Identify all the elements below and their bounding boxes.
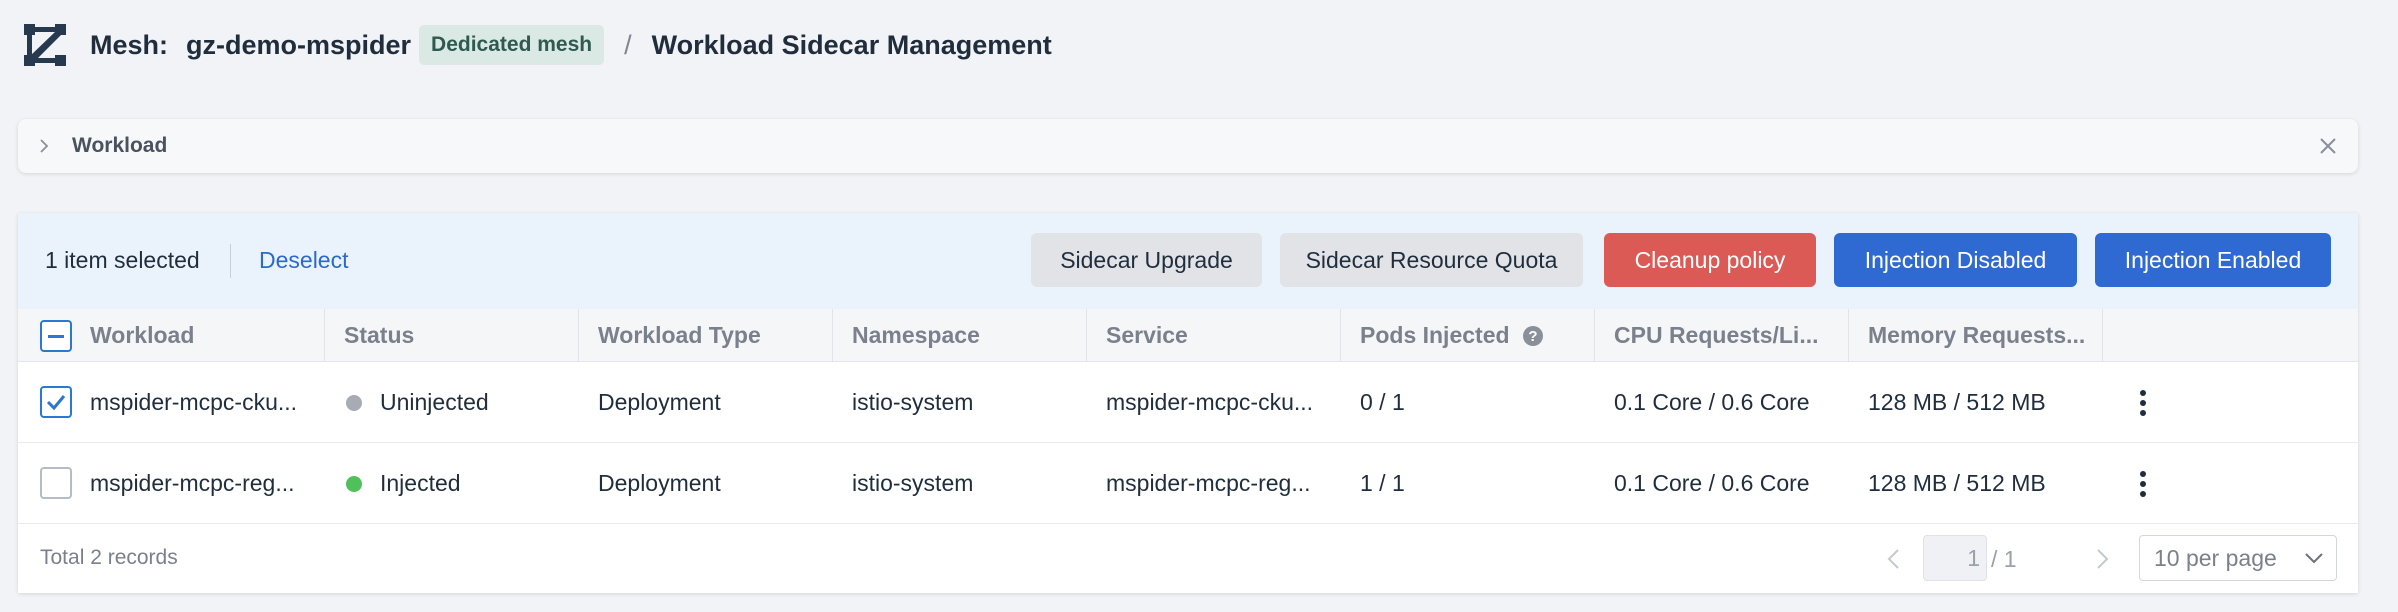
workload-filter-panel[interactable]: Workload (18, 119, 2358, 173)
column-header-pods-injected[interactable]: Pods Injected ? (1360, 309, 1544, 362)
column-header-workload[interactable]: Workload (90, 309, 194, 362)
column-header-workload-type[interactable]: Workload Type (598, 309, 761, 362)
column-divider (1340, 309, 1341, 362)
svg-text:?: ? (1528, 328, 1537, 345)
check-icon (46, 395, 66, 411)
column-header-memory[interactable]: Memory Requests... (1868, 309, 2085, 362)
divider (230, 244, 231, 278)
workload-type: Deployment (598, 389, 721, 415)
page-total: / 1 (1991, 546, 2017, 572)
cpu-requests: 0.1 Core / 0.6 Core (1614, 470, 1810, 496)
chevron-down-icon (2305, 553, 2323, 564)
column-header-namespace[interactable]: Namespace (852, 309, 980, 362)
pods-injected: 1 / 1 (1360, 470, 1405, 496)
help-icon[interactable]: ? (1522, 325, 1544, 347)
page-size-select[interactable]: 10 per page (2139, 535, 2337, 581)
sidecar-upgrade-button[interactable]: Sidecar Upgrade (1031, 233, 1262, 287)
page-header: Mesh: gz-demo-mspider Dedicated mesh / W… (22, 22, 1052, 68)
page-number-input[interactable]: 1 (1923, 535, 1987, 581)
status-text: Uninjected (380, 389, 489, 415)
mesh-type-badge: Dedicated mesh (419, 25, 605, 65)
row-checkbox[interactable] (40, 386, 72, 418)
total-records: Total 2 records (40, 546, 178, 569)
table-footer: Total 2 records 1 / 1 10 per page (18, 524, 2358, 593)
select-all-checkbox[interactable] (40, 320, 72, 352)
namespace: istio-system (852, 389, 974, 415)
deselect-link[interactable]: Deselect (259, 247, 348, 274)
workload-name[interactable]: mspider-mcpc-cku... (90, 362, 297, 443)
memory-requests: 128 MB / 512 MB (1868, 470, 2046, 496)
column-divider (578, 309, 579, 362)
table-header: Workload Status Workload Type Namespace … (18, 309, 2358, 362)
selected-count: 1 item selected (45, 247, 200, 273)
service: mspider-mcpc-reg... (1106, 470, 1311, 496)
column-divider (2102, 309, 2103, 362)
row-checkbox[interactable] (40, 467, 72, 499)
column-header-cpu[interactable]: CPU Requests/Li... (1614, 309, 1818, 362)
column-divider (1848, 309, 1849, 362)
column-divider (1086, 309, 1087, 362)
chevron-left-icon[interactable] (1885, 548, 1903, 570)
page-size-value: 10 per page (2154, 544, 2277, 571)
table-row[interactable]: mspider-mcpc-cku... Uninjected Deploymen… (18, 362, 2358, 443)
cpu-requests: 0.1 Core / 0.6 Core (1614, 389, 1810, 415)
column-header-service[interactable]: Service (1106, 309, 1188, 362)
mesh-logo-icon (24, 24, 66, 66)
pods-injected: 0 / 1 (1360, 389, 1405, 415)
column-header-status[interactable]: Status (344, 309, 414, 362)
status-cell: Uninjected (346, 362, 489, 443)
more-actions-icon[interactable] (2138, 389, 2148, 417)
column-divider (832, 309, 833, 362)
sidecar-resource-quota-button[interactable]: Sidecar Resource Quota (1280, 233, 1583, 287)
injection-disabled-button[interactable]: Injection Disabled (1834, 233, 2077, 287)
namespace: istio-system (852, 470, 974, 496)
chevron-right-icon[interactable] (36, 138, 52, 154)
more-actions-icon[interactable] (2138, 470, 2148, 498)
bulk-action-bar: 1 item selected Deselect Sidecar Upgrade… (18, 213, 2358, 309)
workload-type: Deployment (598, 470, 721, 496)
breadcrumb-separator: / (624, 29, 632, 60)
workload-name[interactable]: mspider-mcpc-reg... (90, 443, 294, 524)
workload-table-card: 1 item selected Deselect Sidecar Upgrade… (18, 213, 2358, 593)
column-divider (324, 309, 325, 362)
memory-requests: 128 MB / 512 MB (1868, 389, 2046, 415)
table-row[interactable]: mspider-mcpc-reg... Injected Deployment … (18, 443, 2358, 524)
pods-injected-label: Pods Injected (1360, 322, 1510, 348)
filter-label: Workload (72, 134, 168, 157)
mesh-name: gz-demo-mspider (186, 29, 412, 60)
status-dot-icon (346, 475, 362, 492)
page-title: Workload Sidecar Management (651, 29, 1052, 60)
status-dot-icon (346, 394, 362, 411)
close-icon[interactable] (2318, 136, 2338, 156)
cleanup-policy-button[interactable]: Cleanup policy (1604, 233, 1816, 287)
mesh-label: Mesh: (90, 29, 169, 60)
chevron-right-icon[interactable] (2093, 548, 2111, 570)
injection-enabled-button[interactable]: Injection Enabled (2095, 233, 2331, 287)
status-cell: Injected (346, 443, 461, 524)
column-divider (1594, 309, 1595, 362)
status-text: Injected (380, 470, 461, 496)
service: mspider-mcpc-cku... (1106, 389, 1314, 415)
